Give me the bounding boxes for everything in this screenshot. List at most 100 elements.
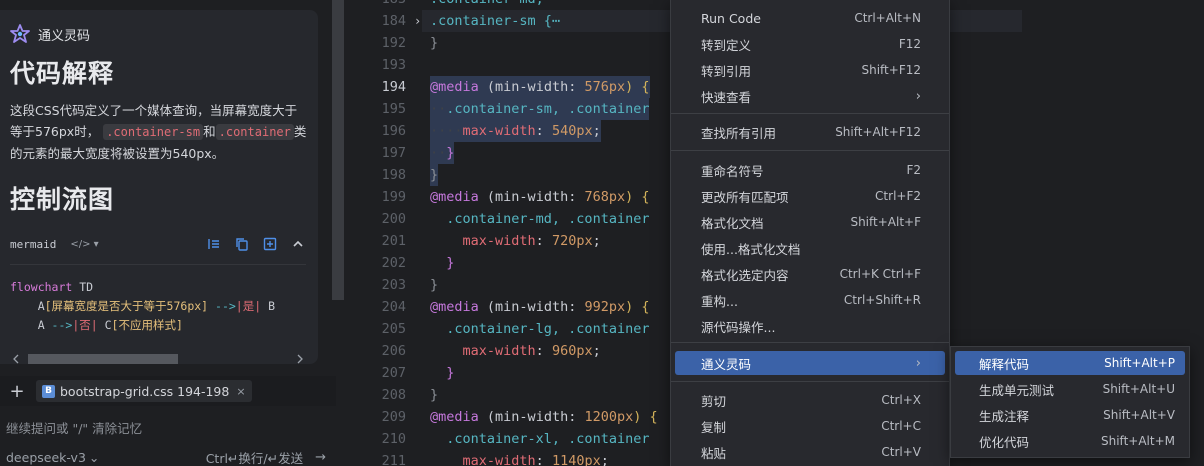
attached-file-chip[interactable]: B bootstrap-grid.css 194-198 × (36, 380, 252, 402)
menu-item[interactable]: 格式化文档 Shift+Alt+F (675, 210, 945, 234)
code-token: A (10, 318, 45, 332)
line-number: 208 (381, 387, 406, 403)
code-token: --> (44, 318, 73, 332)
code-token: 768px (584, 189, 626, 205)
menu-item[interactable]: 源代码操作... (675, 314, 945, 338)
heading-code-explanation: 代码解释 (10, 59, 115, 88)
menu-item-shortcut: Ctrl+X (881, 393, 921, 407)
fold-chevron-icon[interactable]: › (414, 10, 421, 32)
new-file-icon[interactable] (262, 236, 278, 252)
remove-file-icon[interactable]: × (236, 385, 245, 398)
collapse-icon[interactable] (290, 236, 306, 252)
heading-control-flow: 控制流图 (10, 185, 115, 214)
menu-item[interactable]: 粘贴 Ctrl+V (675, 440, 945, 464)
insert-code-icon[interactable] (206, 236, 222, 252)
line-number: 184 (381, 13, 406, 29)
menu-item-label: 复制 (701, 419, 727, 435)
line-code: @media (min-width: 768px) { (430, 186, 650, 208)
menu-item[interactable]: 通义灵码 › (675, 351, 945, 375)
menu-item-label: 通义灵码 (701, 356, 752, 372)
submenu-item[interactable]: 生成注释 Shift+Alt+V (955, 403, 1185, 427)
submenu-item[interactable]: 生成单元测试 Shift+Alt+U (955, 377, 1185, 401)
menu-item-shortcut: Ctrl+Shift+R (843, 293, 921, 307)
code-token: [不应用样式] (111, 318, 183, 332)
code-token: A (10, 299, 45, 313)
code-token: 540px (551, 123, 593, 139)
menu-item[interactable]: 复制 Ctrl+C (675, 414, 945, 438)
menu-separator (671, 150, 949, 151)
menu-item[interactable]: 重构... Ctrl+Shift+R (675, 288, 945, 312)
model-selector[interactable]: deepseek-v3 ⌄ (6, 450, 99, 465)
explanation-text-and: 和 (203, 124, 216, 139)
css-file-icon: B (42, 384, 55, 398)
code-token: 992px (584, 299, 626, 315)
line-code: .container-md, (430, 0, 544, 10)
line-number: 202 (381, 255, 406, 271)
code-token: |是| (235, 299, 262, 313)
line-number: 197 (381, 145, 406, 161)
code-token: @media (430, 189, 479, 205)
model-name: deepseek-v3 (6, 449, 86, 465)
menu-item[interactable]: 转到引用 Shift+F12 (675, 58, 945, 82)
code-token: .container-md, (430, 0, 544, 7)
tongyi-submenu: 解释代码 Shift+Alt+P 生成单元测试 Shift+Alt+U 生成注释 Shif… (950, 346, 1190, 458)
panel-scrollbar[interactable] (332, 0, 344, 300)
line-code: @media (min-width: 1200px) { (430, 406, 658, 428)
line-code: } (430, 252, 454, 274)
code-token: ) { (625, 299, 650, 315)
code-token: flowchart (10, 280, 73, 294)
submenu-item-shortcut: Shift+Alt+M (1101, 434, 1175, 448)
line-code: @media (min-width: 992px) { (430, 296, 650, 318)
send-icon[interactable]: → (315, 450, 326, 465)
menu-item[interactable]: 格式化选定内容 Ctrl+K Ctrl+F (675, 262, 945, 286)
menu-item[interactable]: 快速查看 › (675, 84, 945, 108)
menu-separator (671, 381, 949, 382)
submenu-item-shortcut: Shift+Alt+V (1103, 408, 1175, 422)
menu-item-shortcut: Shift+Alt+F (850, 215, 921, 229)
menu-item[interactable]: 剪切 Ctrl+X (675, 388, 945, 412)
code-token: max-width (462, 453, 536, 466)
code-token: 1140px (551, 453, 601, 466)
code-token: } (430, 277, 439, 293)
mermaid-code: flowchart TD A[屏幕宽度是否大于等于576px] -->|是| B… (10, 278, 275, 335)
line-code: } (430, 164, 439, 186)
code-view-toggle[interactable]: </> ▾ (70, 239, 98, 250)
line-code: .container-xl, .container (430, 428, 649, 450)
line-code: } (430, 362, 454, 384)
attached-file-name: bootstrap-grid.css 194-198 (60, 383, 230, 399)
menu-item-label: 转到定义 (701, 37, 752, 53)
add-context-button[interactable]: + (6, 380, 28, 402)
menu-item-shortcut: Shift+Alt+F12 (835, 125, 921, 139)
code-token: --> (208, 299, 236, 313)
line-number: 211 (381, 453, 406, 466)
code-token: } (430, 35, 439, 51)
menu-item[interactable]: 查找所有引用 Shift+Alt+F12 (675, 120, 945, 144)
code-token: TD (72, 280, 94, 294)
menu-item[interactable]: 更改所有匹配项 Ctrl+F2 (675, 184, 945, 208)
menu-item[interactable]: Run Code Ctrl+Alt+N (675, 6, 945, 30)
assistant-message: 通义灵码 代码解释 这段CSS代码定义了一个媒体查询，当屏幕宽度大于等于576p… (0, 10, 318, 364)
menu-item[interactable]: 转到定义 F12 (675, 32, 945, 56)
chat-input[interactable]: 继续提问或 "/" 清除记忆 (6, 418, 142, 437)
tongyi-logo-icon (10, 24, 30, 43)
menu-item-label: 转到引用 (701, 63, 752, 79)
submenu-item[interactable]: 解释代码 Shift+Alt+P (955, 351, 1185, 375)
code-token: .container-md, .container (446, 211, 650, 227)
chat-footer: deepseek-v3 ⌄ Ctrl↵换行/↵发送 → (6, 448, 326, 466)
menu-item[interactable]: 重命名符号 F2 (675, 158, 945, 182)
menu-item-label: 使用...格式化文档 (701, 241, 801, 257)
submenu-item-shortcut: Shift+Alt+P (1104, 356, 1175, 370)
menu-separator (671, 113, 949, 114)
code-token: max-width (462, 233, 536, 249)
code-token: (min-width: (486, 299, 585, 315)
code-token: 960px (551, 343, 593, 359)
code-horizontal-scrollbar[interactable] (10, 353, 306, 364)
menu-item-shortcut: Ctrl+K Ctrl+F (839, 267, 921, 281)
copy-icon[interactable] (234, 236, 250, 252)
menu-item-label: 更改所有匹配项 (701, 189, 789, 205)
scrollbar-thumb[interactable] (28, 354, 178, 364)
line-number: 204 (381, 299, 406, 315)
menu-item[interactable]: 使用...格式化文档 (675, 236, 945, 260)
submenu-item[interactable]: 优化代码 Shift+Alt+M (955, 429, 1185, 453)
menu-item-label: 查找所有引用 (701, 125, 777, 141)
